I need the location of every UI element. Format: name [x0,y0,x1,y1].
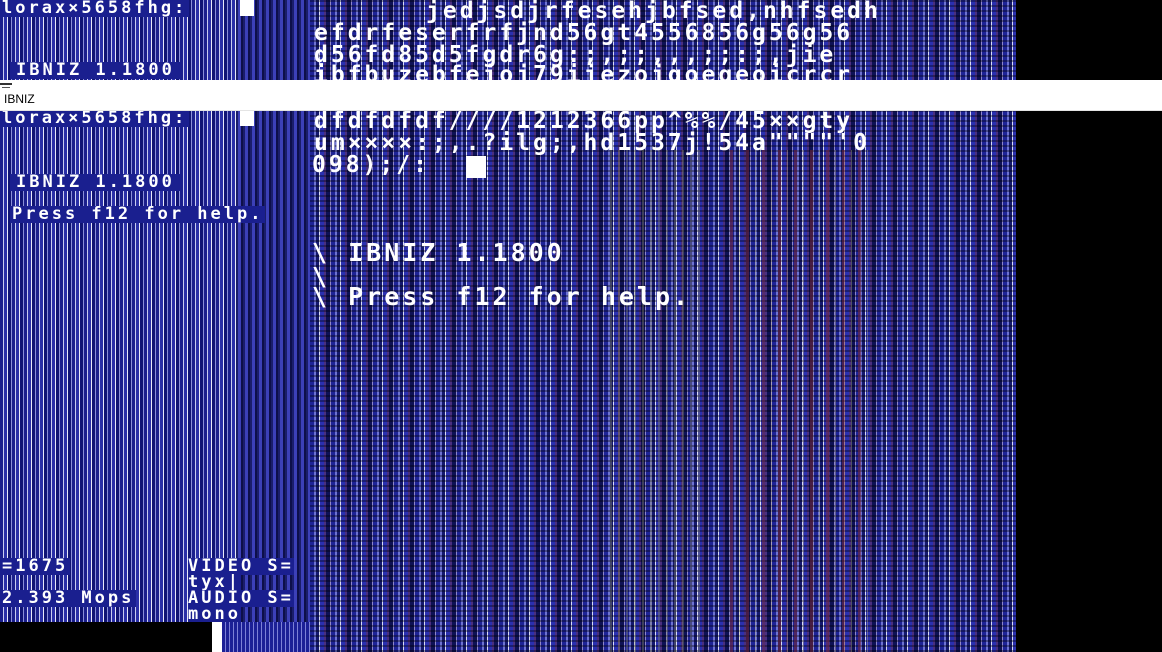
left-version-label: IBNIZ 1.1800 [10,174,181,191]
left-cursor-top [240,0,254,16]
audio-mode: mono [188,604,241,622]
left-code-line-top: lorax×5658fhg: [0,0,190,18]
left-version-top: IBNIZ 1.1800 [10,62,181,79]
window-title-bar[interactable]: IBNIZ [0,80,1162,111]
frame-counter: =1675 [0,556,71,576]
banner-version: \ IBNIZ 1.1800 [312,238,565,267]
warm-stripe-band-2 [610,150,700,652]
editor-line-7: 098);/: [312,152,430,178]
left-help-hint: Press f12 for help. [10,204,266,224]
left-cursor-2 [240,110,254,126]
banner-help: \ Press f12 for help. [312,282,692,311]
left-lower-white [212,622,222,652]
mops-readout: 2.393 Mops [0,588,137,608]
app-icon [0,83,12,88]
editor-cursor [466,156,486,178]
left-code-line-2: lorax×5658fhg: [0,108,190,128]
window-title: IBNIZ [4,92,35,106]
warm-stripe-band [730,150,870,652]
left-lower-strip [222,622,310,652]
